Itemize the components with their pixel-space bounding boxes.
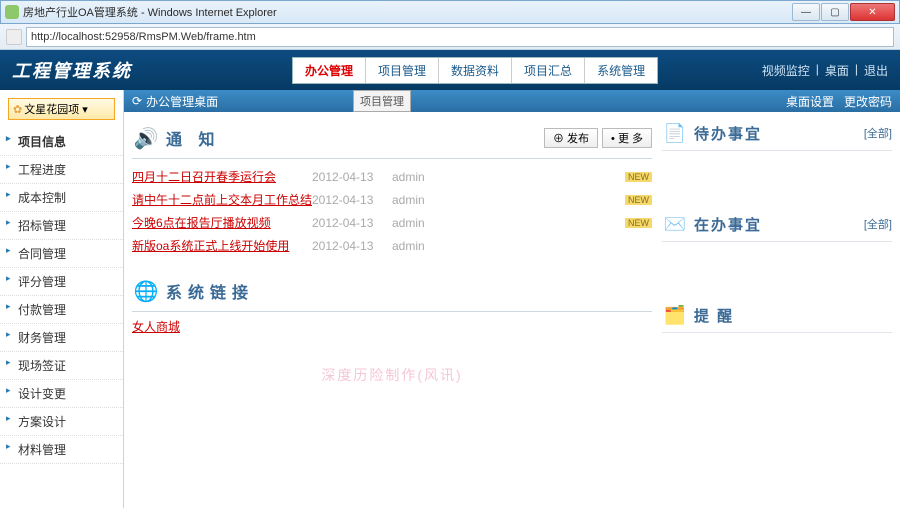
notice-author: admin	[392, 216, 442, 230]
sidebar-item-4[interactable]: 合同管理	[0, 240, 123, 268]
notice-title: 通 知	[166, 126, 220, 150]
doing-icon: ✉️	[662, 211, 688, 237]
ie-favicon	[5, 5, 19, 19]
more-button[interactable]: • 更 多	[602, 128, 652, 148]
content-right: 📄 待办事宜 [全部] ✉️ 在办事宜 [全部] 🗂️ 提 醒	[662, 120, 892, 500]
sidebar-item-10[interactable]: 方案设计	[0, 408, 123, 436]
doing-more[interactable]: [全部]	[864, 216, 892, 232]
maximize-button[interactable]: ▢	[821, 3, 849, 21]
notice-link[interactable]: 新版oa系统正式上线开始使用	[132, 237, 312, 254]
breadcrumb-bar: ⟳ 办公管理桌面 桌面设置 更改密码	[124, 90, 900, 112]
notice-date: 2012-04-13	[312, 216, 392, 230]
globe-icon: 🌐	[132, 277, 160, 305]
header-right: 视频监控 | 桌面 | 退出	[762, 62, 888, 79]
card-doing: ✉️ 在办事宜 [全部]	[662, 211, 892, 242]
notice-link[interactable]: 请中午十二点前上交本月工作总结	[132, 191, 312, 208]
new-badge: NEW	[625, 195, 652, 205]
dropdown-label: 文星花园项 ▾	[24, 101, 88, 117]
notice-date: 2012-04-13	[312, 193, 392, 207]
card-todo: 📄 待办事宜 [全部]	[662, 120, 892, 151]
remind-title: 提 醒	[694, 305, 892, 326]
main-nav: 办公管理 项目管理 数据资料 项目汇总 系统管理	[292, 57, 658, 84]
speaker-icon: 🔊	[132, 124, 160, 152]
link-video[interactable]: 视频监控	[762, 62, 810, 79]
sidebar-item-5[interactable]: 评分管理	[0, 268, 123, 296]
nav-tooltip: 项目管理	[353, 90, 411, 112]
new-badge: NEW	[625, 218, 652, 228]
page-icon	[6, 29, 22, 45]
home-icon: ⟳	[132, 94, 142, 108]
tab-summary[interactable]: 项目汇总	[512, 58, 585, 83]
notice-list: 四月十二日召开春季运行会2012-04-13adminNEW请中午十二点前上交本…	[132, 165, 652, 257]
tab-data[interactable]: 数据资料	[439, 58, 512, 83]
window-titlebar: 房地产行业OA管理系统 - Windows Internet Explorer …	[0, 0, 900, 24]
tab-system[interactable]: 系统管理	[585, 58, 657, 83]
notice-author: admin	[392, 193, 442, 207]
link-logout[interactable]: 退出	[864, 62, 888, 79]
sidebar-item-0[interactable]: 项目信息	[0, 128, 123, 156]
window-title: 房地产行业OA管理系统 - Windows Internet Explorer	[23, 4, 792, 20]
notice-author: admin	[392, 239, 442, 253]
star-icon: ✿	[13, 103, 22, 116]
app-header: 工程管理系统 办公管理 项目管理 数据资料 项目汇总 系统管理 视频监控 | 桌…	[0, 50, 900, 90]
watermark: 深度历险制作(风讯)	[132, 365, 652, 385]
sidebar-item-2[interactable]: 成本控制	[0, 184, 123, 212]
address-bar	[0, 24, 900, 50]
sidebar-item-8[interactable]: 现场签证	[0, 352, 123, 380]
sidebar-item-11[interactable]: 材料管理	[0, 436, 123, 464]
tab-project[interactable]: 项目管理	[366, 58, 439, 83]
new-badge: NEW	[625, 172, 652, 182]
sidebar: ✿ 文星花园项 ▾ 项目信息工程进度成本控制招标管理合同管理评分管理付款管理财务…	[0, 90, 124, 508]
content: 🔊 通 知 ⊕ 发布 • 更 多 四月十二日召开春季运行会2012-04-13a…	[124, 112, 900, 508]
tab-office[interactable]: 办公管理	[293, 58, 366, 83]
card-remind: 🗂️ 提 醒	[662, 302, 892, 333]
todo-icon: 📄	[662, 120, 688, 146]
syslink-title: 系统链接	[166, 279, 254, 303]
notice-date: 2012-04-13	[312, 239, 392, 253]
sidebar-item-7[interactable]: 财务管理	[0, 324, 123, 352]
sidebar-item-3[interactable]: 招标管理	[0, 212, 123, 240]
sidebar-item-1[interactable]: 工程进度	[0, 156, 123, 184]
sidebar-item-6[interactable]: 付款管理	[0, 296, 123, 324]
notice-row: 四月十二日召开春季运行会2012-04-13admin NEW	[132, 165, 652, 188]
todo-title: 待办事宜	[694, 123, 864, 144]
notice-row: 今晚6点在报告厅播放视频2012-04-13admin NEW	[132, 211, 652, 234]
project-dropdown[interactable]: ✿ 文星花园项 ▾	[8, 98, 115, 120]
notice-row: 请中午十二点前上交本月工作总结2012-04-13admin NEW	[132, 188, 652, 211]
notice-header: 🔊 通 知 ⊕ 发布 • 更 多	[132, 120, 652, 159]
notice-row: 新版oa系统正式上线开始使用2012-04-13admin	[132, 234, 652, 257]
notice-link[interactable]: 今晚6点在报告厅播放视频	[132, 214, 312, 231]
breadcrumb-title: 办公管理桌面	[146, 93, 218, 110]
sidebar-item-9[interactable]: 设计变更	[0, 380, 123, 408]
minimize-button[interactable]: —	[792, 3, 820, 21]
link-desktop-settings[interactable]: 桌面设置	[786, 93, 834, 110]
close-button[interactable]: ✕	[850, 3, 895, 21]
app-logo: 工程管理系统	[12, 57, 132, 83]
url-input[interactable]	[26, 27, 894, 47]
link-desktop[interactable]: 桌面	[825, 62, 849, 79]
remind-icon: 🗂️	[662, 302, 688, 328]
notice-date: 2012-04-13	[312, 170, 392, 184]
notice-author: admin	[392, 170, 442, 184]
link-change-password[interactable]: 更改密码	[844, 93, 892, 110]
doing-title: 在办事宜	[694, 214, 864, 235]
notice-link[interactable]: 四月十二日召开春季运行会	[132, 168, 312, 185]
app-body: ✿ 文星花园项 ▾ 项目信息工程进度成本控制招标管理合同管理评分管理付款管理财务…	[0, 90, 900, 508]
content-left: 🔊 通 知 ⊕ 发布 • 更 多 四月十二日召开春季运行会2012-04-13a…	[132, 120, 652, 500]
syslink-header: 🌐 系统链接	[132, 273, 652, 312]
syslink-item[interactable]: 女人商城	[132, 320, 180, 334]
publish-button[interactable]: ⊕ 发布	[544, 128, 598, 148]
main: ⟳ 办公管理桌面 桌面设置 更改密码 🔊 通 知 ⊕ 发布 • 更 多 四月十二…	[124, 90, 900, 508]
todo-more[interactable]: [全部]	[864, 125, 892, 141]
